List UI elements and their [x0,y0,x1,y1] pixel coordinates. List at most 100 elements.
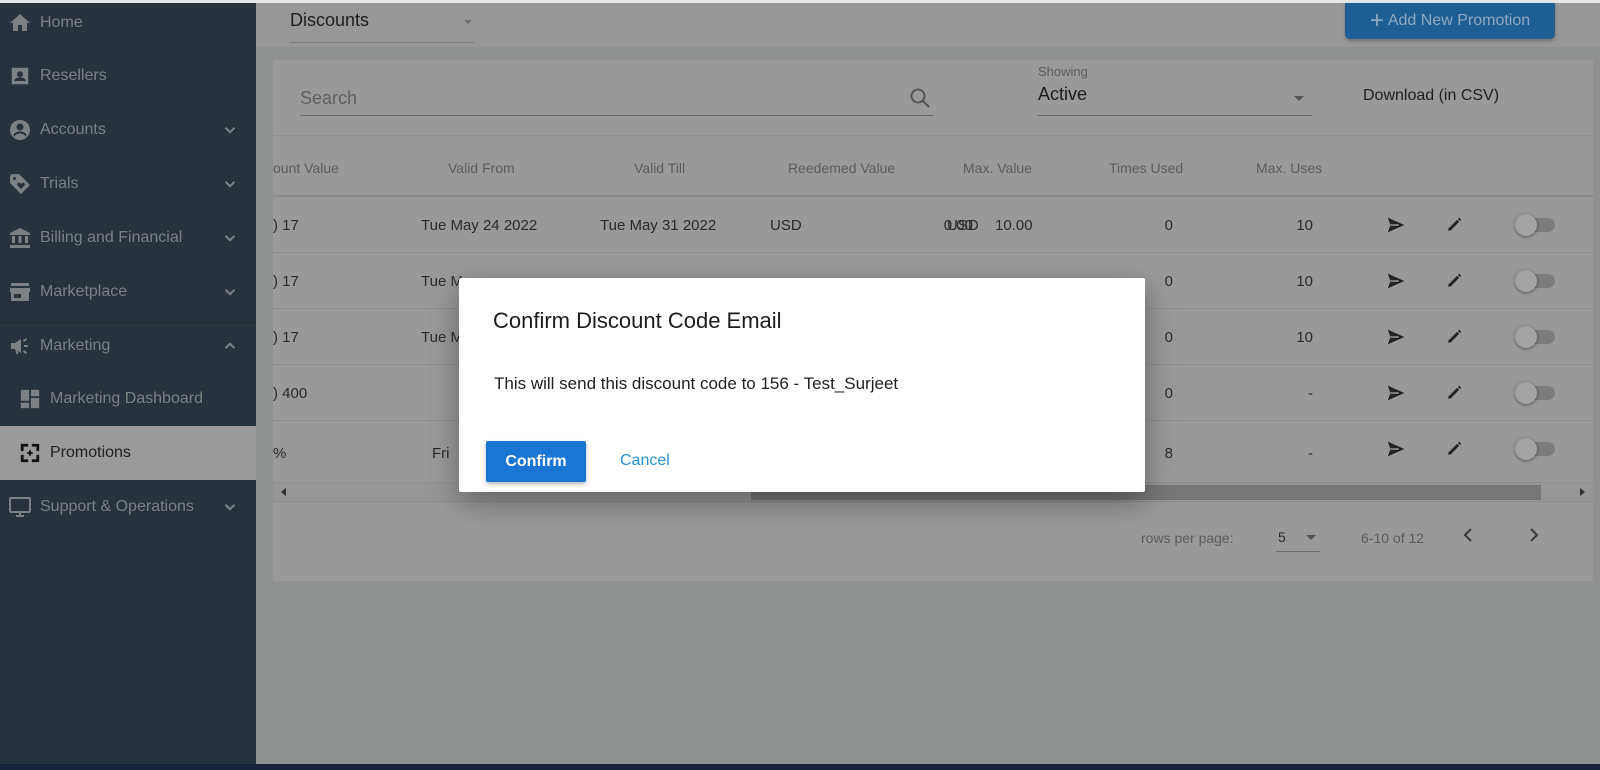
dialog-message: This will send this discount code to 156… [494,374,899,393]
promotion-type-value: Discounts [290,10,370,30]
edit-icon[interactable] [1445,326,1467,348]
cell-discount-value: % [273,445,287,462]
column-header-max-uses[interactable]: Max. Uses [1256,160,1322,176]
column-header-max-value[interactable]: Max. Value [963,160,1032,176]
cell-max-currency: USD [947,217,979,234]
sidebar-item-label: Billing and Financial [40,229,183,246]
rows-per-page-label: rows per page: [1141,530,1234,546]
confirm-button[interactable]: Confirm [486,441,586,482]
sidebar-item-home[interactable]: Home [0,0,256,50]
sidebar-item-accounts[interactable]: Accounts [0,103,256,157]
add-new-promotion-button[interactable]: + Add New Promotion [1345,3,1555,39]
cell-times-used: 0 [1164,217,1173,234]
toggle-knob [1515,326,1537,348]
send-email-icon[interactable] [1385,382,1407,404]
dashboard-icon [18,387,42,411]
active-toggle[interactable] [1515,326,1557,348]
sidebar-item-billing[interactable]: Billing and Financial [0,211,256,265]
table-row: ) 17 Tue May 24 2022 Tue May 31 2022 USD 0.0… [273,197,1593,253]
showing-caption: Showing [1038,64,1088,79]
account-circle-icon [8,118,32,142]
dialog-title: Confirm Discount Code Email [493,308,782,333]
cell-discount-value: ) 17 [273,273,299,290]
sidebar-item-label: Home [40,14,83,31]
edit-icon[interactable] [1445,438,1467,460]
sidebar-item-marketing[interactable]: Marketing [0,319,256,373]
cell-max-uses: 10 [1296,273,1313,290]
cell-max-uses: 10 [1296,217,1313,234]
sidebar-item-marketing-dashboard[interactable]: Marketing Dashboard [0,372,256,426]
promotion-type-select[interactable]: Discounts [290,3,474,43]
cell-max-uses: - [1308,385,1313,402]
send-email-icon[interactable] [1385,214,1407,236]
column-header-times-used[interactable]: Times Used [1109,160,1183,176]
cancel-button[interactable]: Cancel [620,452,670,470]
sidebar-item-label: Marketplace [40,283,128,300]
cell-max-uses: - [1308,445,1313,462]
plus-icon: + [1369,7,1384,34]
megaphone-icon [8,334,32,358]
contact-card-icon [8,64,32,88]
rows-per-page-select[interactable]: 5 [1276,520,1320,552]
cell-discount-value: ) 400 [273,385,308,402]
search-icon[interactable] [908,86,932,110]
sidebar: Home Resellers Accounts Trials Billing a… [0,3,256,764]
cell-times-used: 0 [1164,273,1173,290]
sidebar-item-trials[interactable]: Trials [0,157,256,211]
cell-max-value: 10.00 [995,217,1033,234]
rows-per-page-value: 5 [1278,529,1286,545]
scroll-left-arrow-icon[interactable] [281,488,286,496]
cell-valid-from: Tue May 24 2022 [421,217,538,234]
active-toggle[interactable] [1515,438,1557,460]
edit-icon[interactable] [1445,270,1467,292]
pagination-range: 6-10 of 12 [1361,530,1425,546]
sidebar-item-label: Resellers [40,67,107,84]
search-field [300,82,934,116]
cell-valid-from: Tue M [421,329,463,346]
previous-page-button[interactable] [1456,523,1480,547]
column-header-redeemed-value[interactable]: Reedemed Value [788,160,895,176]
sidebar-item-label: Marketing [40,337,111,354]
column-header-valid-from[interactable]: Valid From [448,160,515,176]
sidebar-item-label: Accounts [40,121,106,138]
next-page-button[interactable] [1522,523,1546,547]
sidebar-item-marketplace[interactable]: Marketplace [0,265,256,319]
cell-times-used: 0 [1164,329,1173,346]
storefront-icon [8,280,32,304]
sidebar-item-resellers[interactable]: Resellers [0,49,256,103]
toggle-knob [1515,270,1537,292]
active-toggle[interactable] [1515,382,1557,404]
cell-discount-value: ) 17 [273,217,299,234]
showing-filter-select[interactable]: Showing Active [1038,64,1312,116]
active-toggle[interactable] [1515,270,1557,292]
monitor-icon [8,495,32,519]
download-csv-button[interactable]: Download (in CSV) [1363,87,1499,105]
column-header-valid-till[interactable]: Valid Till [634,160,685,176]
sidebar-item-promotions[interactable]: Promotions [0,426,256,480]
edit-icon[interactable] [1445,214,1467,236]
sidebar-item-label: Trials [40,175,79,192]
column-header-discount-value[interactable]: ount Value [273,160,339,176]
chevron-down-icon [224,127,236,134]
sidebar-item-label: Marketing Dashboard [50,390,203,407]
chevron-down-icon [224,235,236,242]
send-email-icon[interactable] [1385,326,1407,348]
active-toggle[interactable] [1515,214,1557,236]
scroll-right-arrow-icon[interactable] [1580,488,1585,496]
chevron-up-icon [224,342,236,349]
confirm-discount-email-dialog: Confirm Discount Code Email This will se… [459,278,1145,492]
cell-valid-from: Fri [432,445,450,462]
showing-value: Active [1038,84,1088,104]
cell-max-uses: 10 [1296,329,1313,346]
sidebar-item-support[interactable]: Support & Operations [0,480,256,534]
send-email-icon[interactable] [1385,438,1407,460]
bank-icon [8,226,32,250]
toggle-knob [1515,382,1537,404]
edit-icon[interactable] [1445,382,1467,404]
send-email-icon[interactable] [1385,270,1407,292]
search-input[interactable] [300,82,880,114]
chevron-down-icon [224,181,236,188]
table-header: ount Value Valid From Valid Till Reedeme… [273,136,1593,196]
promotions-icon [18,441,42,465]
caret-down-icon [464,20,472,24]
